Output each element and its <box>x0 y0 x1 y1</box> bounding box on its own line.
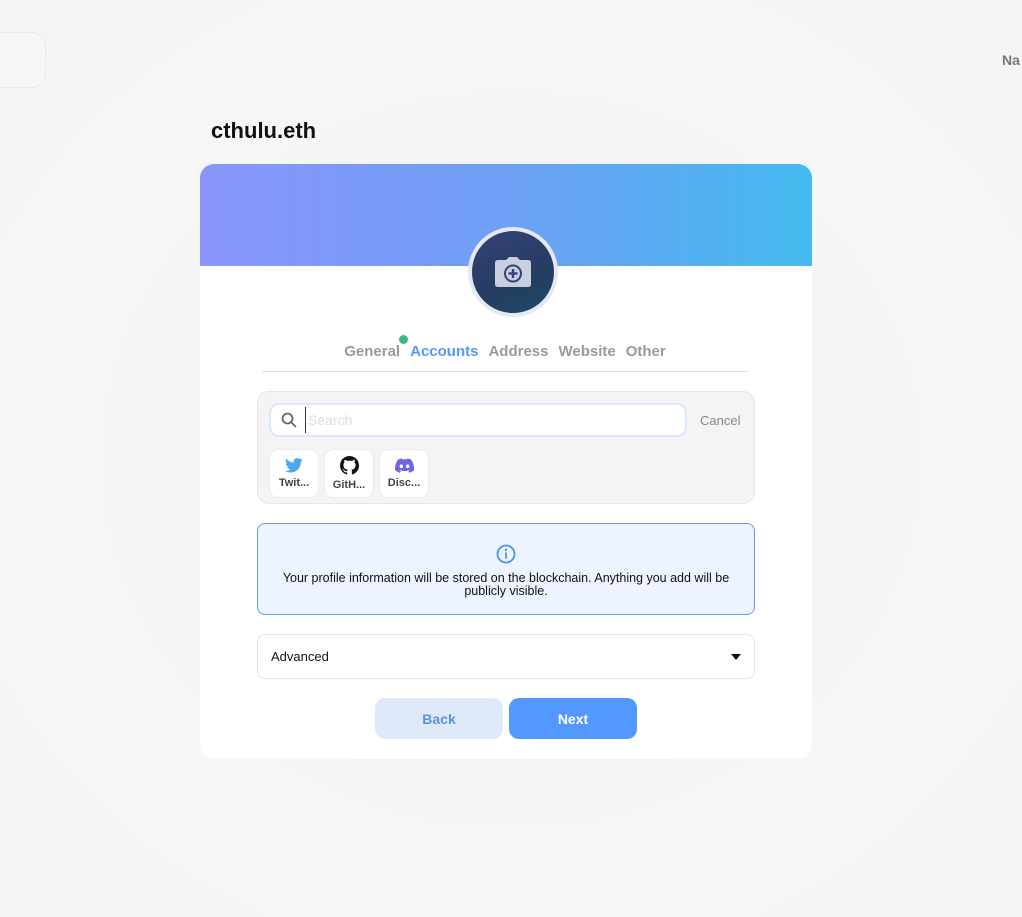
profile-tabs: General Accounts Address Website Other <box>262 335 748 372</box>
account-option-label: Twit... <box>278 477 310 489</box>
info-notice: Your profile information will be stored … <box>257 523 755 615</box>
account-option-label: Disc... <box>387 477 421 489</box>
tab-other[interactable]: Other <box>626 343 666 360</box>
github-icon <box>339 456 359 475</box>
account-option-discord[interactable]: Disc... <box>379 449 429 498</box>
status-dot <box>399 335 409 344</box>
info-icon <box>496 544 516 564</box>
back-button[interactable]: Back <box>375 698 503 739</box>
account-option-github[interactable]: GitH... <box>324 449 374 498</box>
profile-editor-card: General Accounts Address Website Other C… <box>200 164 812 759</box>
camera-add-icon <box>495 257 531 287</box>
avatar-upload[interactable] <box>468 227 558 317</box>
advanced-label: Advanced <box>271 649 329 664</box>
advanced-toggle[interactable]: Advanced <box>257 634 755 679</box>
account-search-panel: Cancel Twit... GitH... Disc... <box>257 391 755 504</box>
next-button[interactable]: Next <box>509 698 637 739</box>
tab-accounts[interactable]: Accounts <box>410 343 478 360</box>
page-title: cthulu.eth <box>211 118 317 143</box>
twitter-icon <box>285 458 303 473</box>
caret-down-icon <box>731 653 741 660</box>
search-input[interactable] <box>305 407 665 433</box>
search-field[interactable] <box>269 403 687 437</box>
search-icon <box>281 412 297 428</box>
tab-label: General <box>344 343 401 360</box>
account-option-label: GitH... <box>332 479 366 491</box>
info-text: Your profile information will be stored … <box>282 571 730 598</box>
account-options: Twit... GitH... Disc... <box>269 449 429 498</box>
nav-truncated-label[interactable]: Na <box>1002 52 1022 68</box>
top-left-panel[interactable] <box>0 32 46 88</box>
account-option-twitter[interactable]: Twit... <box>269 449 319 498</box>
tab-website[interactable]: Website <box>558 343 615 360</box>
cancel-button[interactable]: Cancel <box>700 413 740 428</box>
discord-icon <box>394 458 414 473</box>
tab-general[interactable]: General <box>344 335 409 360</box>
tab-address[interactable]: Address <box>488 343 548 360</box>
